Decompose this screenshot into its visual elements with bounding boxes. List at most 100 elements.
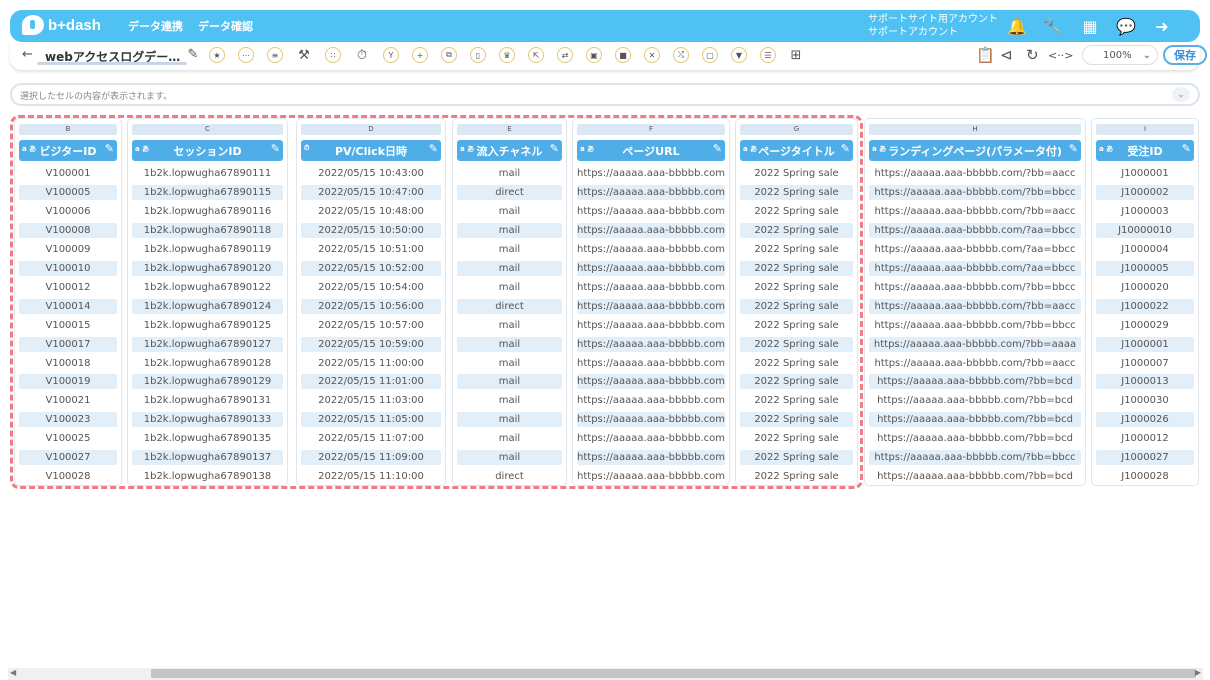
table-cell[interactable]: mail <box>457 242 562 257</box>
table-cell[interactable]: https://aaaaa.aaa-bbbbb.com <box>577 280 725 295</box>
table-cell[interactable]: 1b2k.lopwugha67890128 <box>132 356 283 371</box>
table-cell[interactable]: J1000030 <box>1096 393 1194 408</box>
table-cell[interactable]: mail <box>457 318 562 333</box>
scroll-left-icon[interactable]: ◀ <box>10 668 16 677</box>
plus-icon[interactable]: + <box>412 47 428 63</box>
column-letter[interactable]: H <box>869 124 1081 135</box>
table-cell[interactable]: 2022 Spring sale <box>740 374 853 390</box>
timer-icon[interactable]: ⏱ <box>354 47 370 63</box>
nav-data-integration[interactable]: データ連携 <box>128 18 183 34</box>
table-cell[interactable]: V100018 <box>19 356 117 371</box>
table-cell[interactable]: https://aaaaa.aaa-bbbbb.com/?bb=bcd <box>869 393 1081 408</box>
table-cell[interactable]: 2022 Spring sale <box>740 280 853 295</box>
table-cell[interactable]: 2022/05/15 11:07:00 <box>301 431 441 446</box>
table-cell[interactable]: https://aaaaa.aaa-bbbbb.com/?bb=aacc <box>869 356 1081 371</box>
column-header[interactable]: a あ ページURL ✎ <box>577 140 725 161</box>
table-cell[interactable]: 2022 Spring sale <box>740 260 853 276</box>
table-cell[interactable]: V100012 <box>19 280 117 295</box>
table-cell[interactable]: https://aaaaa.aaa-bbbbb.com/?bb=aacc <box>869 166 1081 181</box>
table-cell[interactable]: 1b2k.lopwugha67890135 <box>132 431 283 446</box>
table-cell[interactable]: V100025 <box>19 431 117 446</box>
scroll-right-icon[interactable]: ▶ <box>1195 668 1201 677</box>
table-cell[interactable]: J1000012 <box>1096 431 1194 446</box>
column-letter[interactable]: D <box>301 124 441 135</box>
table-cell[interactable]: J1000026 <box>1096 412 1194 428</box>
table-cell[interactable]: https://aaaaa.aaa-bbbbb.com/?aa=bbcc <box>869 242 1081 257</box>
table-cell[interactable]: mail <box>457 412 562 428</box>
pencil-icon[interactable]: ✎ <box>185 46 201 62</box>
trash-icon[interactable]: ▯ <box>470 47 486 63</box>
table-cell[interactable]: 2022 Spring sale <box>740 242 853 257</box>
table-cell[interactable]: 2022/05/15 11:10:00 <box>301 469 441 484</box>
table-cell[interactable]: https://aaaaa.aaa-bbbbb.com/?bb=bbcc <box>869 450 1081 466</box>
table-cell[interactable]: https://aaaaa.aaa-bbbbb.com <box>577 204 725 219</box>
filter-icon[interactable]: ▼ <box>731 47 747 63</box>
table-cell[interactable]: 2022 Spring sale <box>740 393 853 408</box>
pencil-icon[interactable]: ✎ <box>1182 142 1191 155</box>
merge-icon[interactable]: Y <box>383 47 399 63</box>
table-cell[interactable]: J1000022 <box>1096 298 1194 314</box>
table-cell[interactable]: 1b2k.lopwugha67890124 <box>132 298 283 314</box>
column-header[interactable]: a あランディングページ(パラメータ付) ✎ <box>869 140 1081 161</box>
table-cell[interactable]: J1000007 <box>1096 356 1194 371</box>
table-cell[interactable]: V100019 <box>19 374 117 390</box>
table-cell[interactable]: https://aaaaa.aaa-bbbbb.com/?bb=bcd <box>869 431 1081 446</box>
table-cell[interactable]: mail <box>457 222 562 238</box>
table-cell[interactable]: 1b2k.lopwugha67890111 <box>132 166 283 181</box>
table-cell[interactable]: 2022 Spring sale <box>740 184 853 200</box>
table-cell[interactable]: direct <box>457 184 562 200</box>
table-cell[interactable]: 1b2k.lopwugha67890115 <box>132 184 283 200</box>
table-cell[interactable]: https://aaaaa.aaa-bbbbb.com/?bb=aaaa <box>869 336 1081 352</box>
pencil-icon[interactable]: ✎ <box>841 142 850 155</box>
table-cell[interactable]: https://aaaaa.aaa-bbbbb.com <box>577 450 725 466</box>
table-cell[interactable]: 2022 Spring sale <box>740 298 853 314</box>
table-cell[interactable]: https://aaaaa.aaa-bbbbb.com/?bb=aacc <box>869 298 1081 314</box>
table-cell[interactable]: 1b2k.lopwugha67890127 <box>132 336 283 352</box>
pencil-icon[interactable]: ✎ <box>271 142 280 155</box>
column-letter[interactable]: G <box>740 124 853 135</box>
tools-icon[interactable]: ⚒ <box>296 47 312 63</box>
table-cell[interactable]: 2022/05/15 10:43:00 <box>301 166 441 181</box>
table-cell[interactable]: https://aaaaa.aaa-bbbbb.com <box>577 393 725 408</box>
table-cell[interactable]: mail <box>457 204 562 219</box>
column-letter[interactable]: I <box>1096 124 1194 135</box>
table-cell[interactable]: mail <box>457 356 562 371</box>
table-cell[interactable]: J1000027 <box>1096 450 1194 466</box>
table-cell[interactable]: https://aaaaa.aaa-bbbbb.com <box>577 356 725 371</box>
table-cell[interactable]: V100014 <box>19 298 117 314</box>
chevron-down-icon[interactable]: ⌄ <box>1172 87 1190 102</box>
table-cell[interactable]: 2022/05/15 11:00:00 <box>301 356 441 371</box>
table-cell[interactable]: J10000010 <box>1096 222 1194 238</box>
table-cell[interactable]: J1000005 <box>1096 260 1194 276</box>
table-cell[interactable]: https://aaaaa.aaa-bbbbb.com <box>577 298 725 314</box>
table-cell[interactable]: V100006 <box>19 204 117 219</box>
table-cell[interactable]: 2022/05/15 10:56:00 <box>301 298 441 314</box>
table-cell[interactable]: 2022 Spring sale <box>740 412 853 428</box>
table-cell[interactable]: J1000001 <box>1096 336 1194 352</box>
table-cell[interactable]: 1b2k.lopwugha67890137 <box>132 450 283 466</box>
table-cell[interactable]: mail <box>457 431 562 446</box>
table-cell[interactable]: mail <box>457 450 562 466</box>
table-cell[interactable]: 1b2k.lopwugha67890129 <box>132 374 283 390</box>
swap-icon[interactable]: ⇄ <box>557 47 573 63</box>
table-cell[interactable]: V100015 <box>19 318 117 333</box>
table-cell[interactable]: mail <box>457 336 562 352</box>
export-icon[interactable]: ↻ <box>1026 46 1039 64</box>
table-cell[interactable]: 2022/05/15 10:52:00 <box>301 260 441 276</box>
table-cell[interactable]: mail <box>457 166 562 181</box>
column-header[interactable]: a あ流入チャネル ✎ <box>457 140 562 161</box>
split-icon[interactable]: ⤮ <box>673 47 689 63</box>
pencil-icon[interactable]: ✎ <box>713 142 722 155</box>
table-cell[interactable]: https://aaaaa.aaa-bbbbb.com <box>577 222 725 238</box>
column-letter[interactable]: F <box>577 124 725 135</box>
zoom-select[interactable]: 100% ⌄ <box>1082 45 1158 65</box>
table-cell[interactable]: 2022/05/15 11:01:00 <box>301 374 441 390</box>
copy-icon[interactable]: ⧉ <box>441 47 457 63</box>
table-cell[interactable]: 2022/05/15 11:03:00 <box>301 393 441 408</box>
table-cell[interactable]: 2022 Spring sale <box>740 222 853 238</box>
table-cell[interactable]: 2022 Spring sale <box>740 336 853 352</box>
table-cell[interactable]: 2022 Spring sale <box>740 469 853 484</box>
table-cell[interactable]: https://aaaaa.aaa-bbbbb.com/?aa=bbcc <box>869 260 1081 276</box>
expand-icon[interactable]: ⇱ <box>528 47 544 63</box>
table-cell[interactable]: V100001 <box>19 166 117 181</box>
